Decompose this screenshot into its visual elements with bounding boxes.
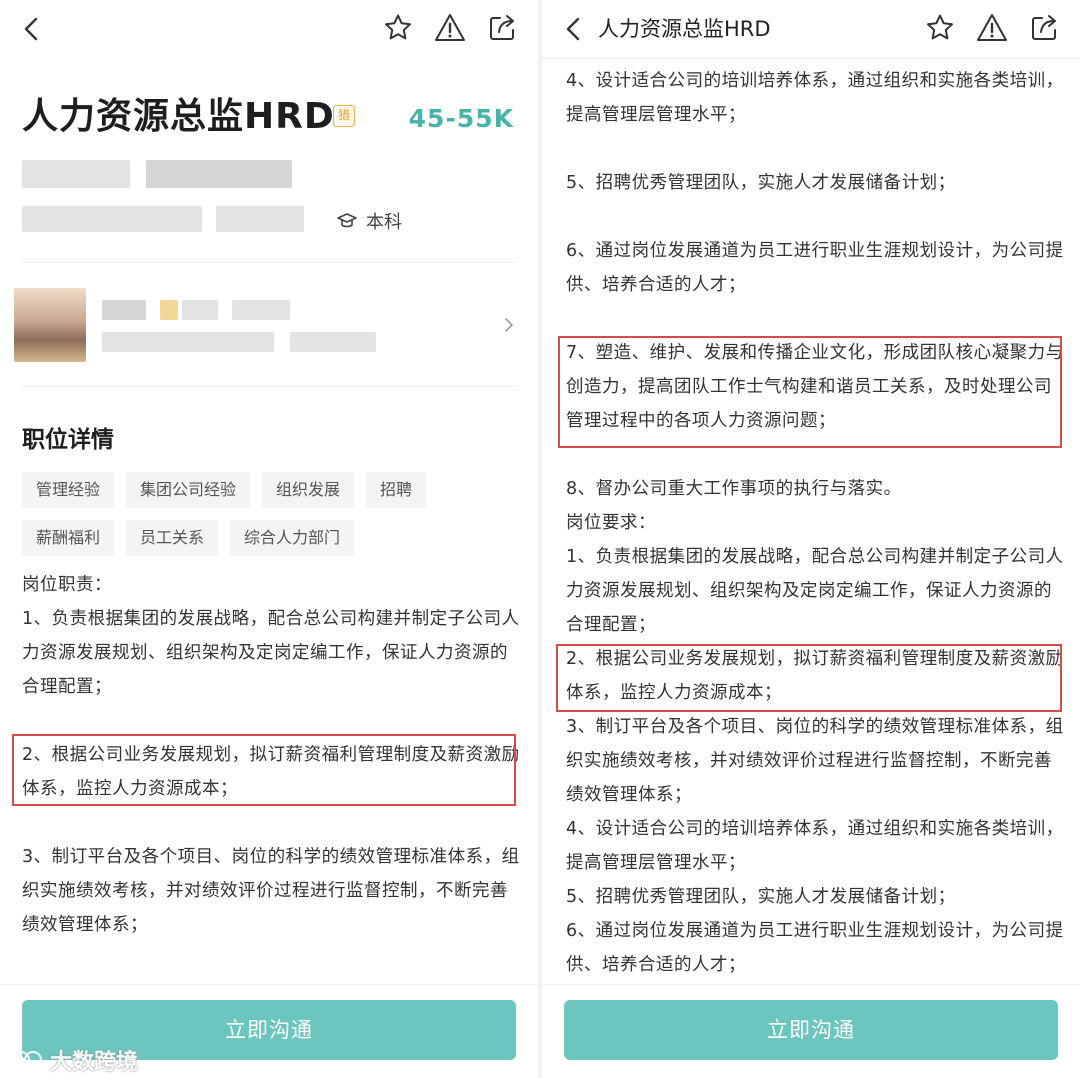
blurred-recruiter-tag xyxy=(182,300,218,320)
divider xyxy=(542,58,1080,59)
avatar xyxy=(14,288,86,362)
tag: 综合人力部门 xyxy=(230,520,355,556)
blurred-recruiter-company xyxy=(102,332,274,352)
chevron-left-icon xyxy=(24,17,38,41)
duty-item: 6、通过岗位发展通道为员工进行职业生涯规划设计，为公司提供、培养合适的人才； xyxy=(566,241,1064,295)
chat-now-button[interactable]: 立即沟通 xyxy=(564,1000,1058,1060)
chevron-right-icon xyxy=(505,318,513,332)
blurred-location xyxy=(22,206,202,232)
warning-triangle-icon xyxy=(977,14,1007,41)
blurred-recruiter-name xyxy=(102,300,146,320)
tag: 招聘 xyxy=(366,472,427,508)
tag: 组织发展 xyxy=(262,472,355,508)
blurred-recruiter-title xyxy=(290,332,376,352)
chevron-left-icon xyxy=(566,17,580,41)
wechat-logo-icon xyxy=(12,1051,42,1069)
watermark: 大数跨境 xyxy=(10,1044,138,1076)
watermark-text: 大数跨境 xyxy=(50,1050,139,1075)
salary: 45-55K xyxy=(408,104,514,133)
share-icon xyxy=(490,15,514,40)
star-icon xyxy=(385,14,411,40)
duty-item: 3、制订平台及各个项目、岗位的科学的绩效管理标准体系，组织实施绩效考核，并对绩效… xyxy=(22,847,520,935)
warning-triangle-icon xyxy=(435,14,465,41)
share-icon xyxy=(1032,15,1056,40)
skill-tags: 管理经验 集团公司经验 组织发展 招聘 薪酬福利 员工关系 综合人力部门 xyxy=(22,472,522,556)
divider xyxy=(22,262,516,263)
graduation-cap-icon xyxy=(337,213,357,228)
duty-item: 8、督办公司重大工作事项的执行与落实。 xyxy=(566,479,902,499)
tag: 管理经验 xyxy=(22,472,115,508)
highlight-box xyxy=(558,336,1062,448)
blurred-recruiter-badge xyxy=(160,300,178,320)
blurred-company-info xyxy=(146,160,292,188)
favorite-button[interactable] xyxy=(924,12,956,44)
section-title: 职位详情 xyxy=(22,427,114,453)
requirement-item: 5、招聘优秀管理团队，实施人才发展储备计划； xyxy=(566,887,956,907)
top-bar: 人力资源总监HRD xyxy=(542,0,1080,58)
highlight-box xyxy=(556,644,1062,712)
duty-item: 4、设计适合公司的培训培养体系，通过组织和实施各类培训，提高管理层管理水平； xyxy=(566,71,1064,125)
tag: 员工关系 xyxy=(126,520,219,556)
page-title: 人力资源总监HRD xyxy=(598,17,771,41)
report-button[interactable] xyxy=(976,12,1008,44)
favorite-button[interactable] xyxy=(382,12,414,44)
recruiter-more[interactable] xyxy=(502,314,516,336)
requirements-heading: 岗位要求： xyxy=(566,513,656,533)
top-bar xyxy=(0,0,538,58)
star-icon xyxy=(927,14,953,40)
back-button[interactable] xyxy=(20,16,42,42)
blurred-company-name xyxy=(22,160,130,188)
highlight-box xyxy=(12,734,516,806)
requirement-item: 1、负责根据集团的发展战略，配合总公司构建并制定子公司人力资源发展规划、组织架构… xyxy=(566,547,1064,635)
duty-item: 1、负责根据集团的发展战略，配合总公司构建并制定子公司人力资源发展规划、组织架构… xyxy=(22,609,520,697)
requirement-item: 3、制订平台及各个项目、岗位的科学的绩效管理标准体系，组织实施绩效考核，并对绩效… xyxy=(566,717,1064,805)
job-detail-screen-top: 人力资源总监HRD 猎 45-55K 本科 职位详情 管理经验 集团公司经验 组… xyxy=(0,0,538,1078)
requirement-item: 6、通过岗位发展通道为员工进行职业生涯规划设计，为公司提供、培养合适的人才； xyxy=(566,921,1064,975)
requirement-item: 4、设计适合公司的培训培养体系，通过组织和实施各类培训，提高管理层管理水平； xyxy=(566,819,1064,873)
duty-item: 5、招聘优秀管理团队，实施人才发展储备计划； xyxy=(566,173,956,193)
share-button[interactable] xyxy=(1028,12,1060,44)
job-description: 4、设计适合公司的培训培养体系，通过组织和实施各类培训，提高管理层管理水平； 5… xyxy=(566,64,1066,982)
tag: 薪酬福利 xyxy=(22,520,115,556)
duties-heading: 岗位职责： xyxy=(22,575,112,595)
blurred-recruiter-status xyxy=(232,300,290,320)
blurred-experience xyxy=(216,206,304,232)
education-requirement: 本科 xyxy=(336,208,402,234)
headhunter-badge: 猎 xyxy=(333,105,355,127)
job-title: 人力资源总监HRD xyxy=(22,96,335,137)
job-detail-screen-scrolled: 人力资源总监HRD 4、设计适合公司的培训培养体系，通过组织和实施各类培训，提高… xyxy=(542,0,1080,1078)
education-label: 本科 xyxy=(366,212,402,233)
divider xyxy=(22,386,516,387)
report-button[interactable] xyxy=(434,12,466,44)
tag: 集团公司经验 xyxy=(126,472,251,508)
share-button[interactable] xyxy=(486,12,518,44)
back-button[interactable] xyxy=(562,16,584,42)
